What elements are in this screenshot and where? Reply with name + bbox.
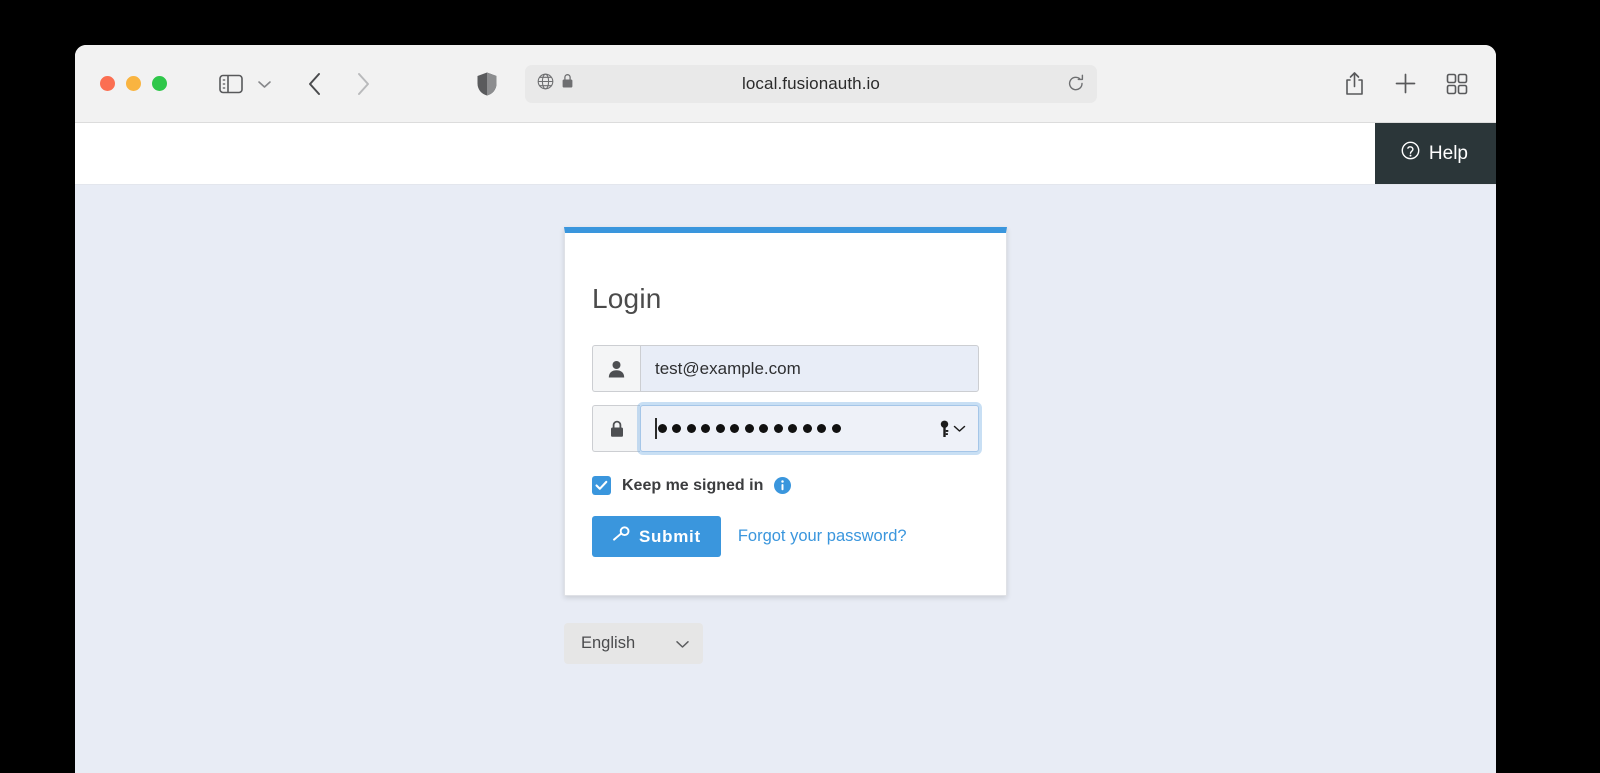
- submit-button[interactable]: Submit: [592, 516, 721, 557]
- forgot-password-link[interactable]: Forgot your password?: [738, 527, 907, 546]
- address-bar-icons: [537, 73, 574, 95]
- help-button[interactable]: Help: [1374, 123, 1496, 184]
- text-cursor: [655, 418, 657, 439]
- locale-select[interactable]: English: [564, 623, 703, 664]
- page-content: Help Login test@example.com Keep me sign…: [75, 123, 1496, 773]
- close-window-button[interactable]: [100, 76, 115, 91]
- password-masked-value: [657, 424, 841, 433]
- browser-window: local.fusionauth.io Help Login test@exam…: [75, 45, 1496, 773]
- plus-icon[interactable]: [1394, 72, 1417, 95]
- submit-button-label: Submit: [639, 526, 701, 546]
- url-text: local.fusionauth.io: [742, 73, 880, 93]
- address-bar[interactable]: local.fusionauth.io: [525, 64, 1097, 103]
- screen: local.fusionauth.io Help Login test@exam…: [0, 0, 1600, 773]
- password-dot: [686, 424, 696, 433]
- lock-icon: [592, 405, 640, 452]
- keep-signed-in-label: Keep me signed in: [622, 476, 764, 494]
- share-icon[interactable]: [1344, 71, 1365, 96]
- login-container: Login test@example.com Keep me signed in…: [75, 185, 1496, 664]
- password-dot: [672, 424, 681, 433]
- password-dot: [730, 424, 739, 433]
- email-input-group: test@example.com: [592, 345, 979, 392]
- browser-toolbar: local.fusionauth.io: [75, 45, 1496, 123]
- toolbar-right-actions: [1344, 71, 1468, 96]
- sidebar-icon[interactable]: [217, 70, 245, 98]
- globe-icon[interactable]: [537, 73, 554, 95]
- submit-row: Submit Forgot your password?: [592, 516, 979, 557]
- info-icon[interactable]: [774, 477, 792, 494]
- tab-overview-icon[interactable]: [1446, 73, 1468, 95]
- email-value: test@example.com: [655, 358, 801, 378]
- window-controls: [100, 76, 167, 91]
- password-dot: [701, 424, 710, 433]
- help-button-label: Help: [1428, 142, 1468, 164]
- keep-signed-in-row: Keep me signed in: [592, 476, 979, 495]
- lock-icon: [561, 73, 574, 94]
- password-field[interactable]: [640, 405, 979, 452]
- password-dot: [831, 424, 841, 433]
- minimize-window-button[interactable]: [126, 76, 141, 91]
- password-dot: [715, 424, 725, 433]
- key-chevron-icon[interactable]: [938, 420, 966, 438]
- password-dot: [759, 424, 768, 433]
- privacy-shield-icon[interactable]: [475, 70, 499, 98]
- page-title: Login: [592, 283, 662, 314]
- keep-signed-in-checkbox[interactable]: [592, 476, 611, 495]
- password-dot: [744, 424, 754, 433]
- reload-icon[interactable]: [1067, 74, 1085, 93]
- user-icon: [592, 345, 640, 392]
- question-circle-icon: [1401, 141, 1420, 166]
- password-dot: [788, 424, 797, 433]
- locale-selector-wrap: English: [564, 623, 1007, 664]
- locale-select-value: English: [581, 634, 636, 652]
- app-header: Help: [75, 123, 1496, 185]
- key-icon: [612, 526, 630, 547]
- password-dot: [802, 424, 812, 433]
- password-dot: [817, 424, 826, 433]
- email-field[interactable]: test@example.com: [640, 345, 979, 392]
- login-card: Login test@example.com Keep me signed in…: [564, 227, 1007, 596]
- password-dot: [657, 424, 667, 433]
- password-input-group: [592, 405, 979, 452]
- password-dot: [773, 424, 783, 433]
- chevron-down-icon[interactable]: [254, 74, 274, 94]
- maximize-window-button[interactable]: [152, 76, 167, 91]
- back-arrow-icon[interactable]: [302, 69, 328, 99]
- forward-arrow-icon[interactable]: [350, 69, 376, 99]
- chevron-down-icon: [675, 639, 690, 649]
